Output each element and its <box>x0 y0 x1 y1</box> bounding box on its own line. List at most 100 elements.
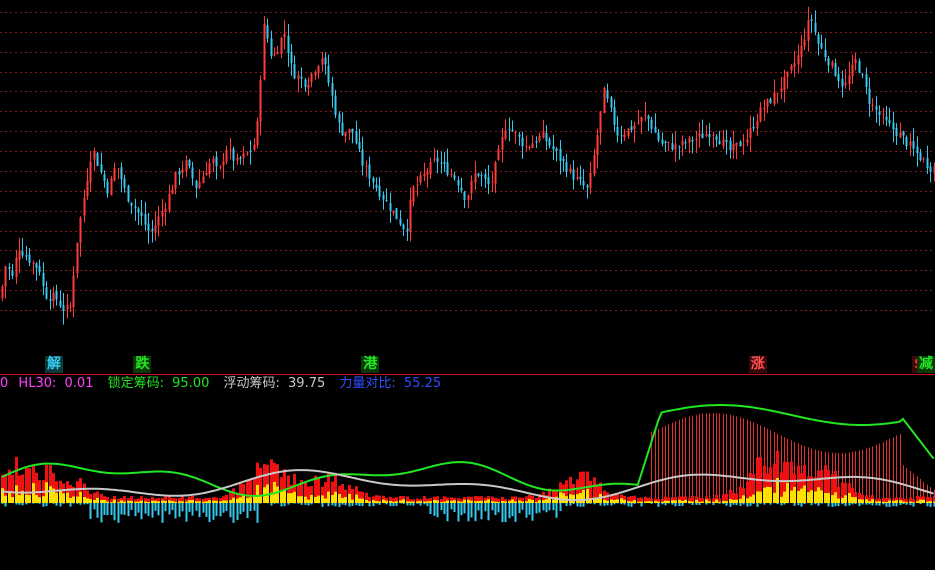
candle-up[interactable] <box>79 217 82 243</box>
candle-down[interactable] <box>361 149 364 166</box>
candle-down[interactable] <box>266 25 269 39</box>
candle-up[interactable] <box>426 172 429 175</box>
candle-up[interactable] <box>429 161 432 175</box>
candle-up[interactable] <box>633 125 636 129</box>
candle-down[interactable] <box>123 178 126 188</box>
candle-down[interactable] <box>861 74 864 76</box>
candle-down[interactable] <box>62 304 65 312</box>
candle-up[interactable] <box>749 128 752 139</box>
candle-down[interactable] <box>436 157 439 162</box>
candle-up[interactable] <box>790 65 793 71</box>
candle-up[interactable] <box>181 169 184 173</box>
candle-up[interactable] <box>273 54 276 56</box>
candle-down[interactable] <box>521 137 524 147</box>
candle-up[interactable] <box>783 76 786 91</box>
candle-up[interactable] <box>412 186 415 202</box>
candle-down[interactable] <box>837 74 840 82</box>
candle-down[interactable] <box>678 146 681 148</box>
candle-up[interactable] <box>198 181 201 188</box>
candle-down[interactable] <box>188 159 191 167</box>
candle-up[interactable] <box>773 92 776 105</box>
candle-down[interactable] <box>582 180 585 186</box>
candle-down[interactable] <box>484 173 487 179</box>
candle-down[interactable] <box>586 185 589 188</box>
candle-down[interactable] <box>127 185 130 202</box>
candle-down[interactable] <box>59 300 62 307</box>
candle-down[interactable] <box>739 141 742 147</box>
candle-up[interactable] <box>256 120 259 146</box>
candle-down[interactable] <box>293 64 296 79</box>
chart-canvas[interactable] <box>0 0 935 570</box>
candle-down[interactable] <box>606 90 609 99</box>
candle-down[interactable] <box>38 266 41 273</box>
candle-up[interactable] <box>531 143 534 149</box>
candle-down[interactable] <box>548 139 551 146</box>
candle-up[interactable] <box>538 135 541 141</box>
candle-down[interactable] <box>100 164 103 173</box>
candle-down[interactable] <box>858 60 861 73</box>
candle-up[interactable] <box>797 55 800 65</box>
candle-up[interactable] <box>467 195 470 200</box>
candle-down[interactable] <box>399 218 402 225</box>
candle-down[interactable] <box>834 63 837 76</box>
candle-down[interactable] <box>137 208 140 213</box>
candle-up[interactable] <box>848 75 851 84</box>
candle-up[interactable] <box>899 132 902 138</box>
candle-down[interactable] <box>895 128 898 137</box>
candle-up[interactable] <box>909 141 912 146</box>
candle-down[interactable] <box>151 228 154 231</box>
candle-down[interactable] <box>378 185 381 197</box>
candle-up[interactable] <box>803 39 806 47</box>
candle-up[interactable] <box>113 168 116 181</box>
candle-down[interactable] <box>610 97 613 108</box>
candle-up[interactable] <box>66 304 69 310</box>
candle-down[interactable] <box>300 76 303 79</box>
candle-up[interactable] <box>4 266 7 287</box>
candle-down[interactable] <box>21 251 24 256</box>
candle-up[interactable] <box>154 225 157 233</box>
candle-up[interactable] <box>174 172 177 189</box>
candle-up[interactable] <box>705 134 708 137</box>
candle-up[interactable] <box>569 168 572 172</box>
candle-up[interactable] <box>871 104 874 107</box>
candle-up[interactable] <box>86 180 89 197</box>
candle-up[interactable] <box>674 144 677 150</box>
candle-up[interactable] <box>640 117 643 122</box>
candle-down[interactable] <box>334 95 337 115</box>
candle-up[interactable] <box>732 143 735 151</box>
candle-up[interactable] <box>212 158 215 164</box>
candle-down[interactable] <box>729 140 732 151</box>
candle-down[interactable] <box>902 131 905 136</box>
candle-down[interactable] <box>42 272 45 287</box>
candle-up[interactable] <box>851 64 854 77</box>
candle-down[interactable] <box>239 157 242 160</box>
candle-up[interactable] <box>491 181 494 183</box>
candle-down[interactable] <box>327 65 330 83</box>
candle-down[interactable] <box>372 177 375 183</box>
candle-down[interactable] <box>919 152 922 161</box>
candle-down[interactable] <box>25 255 28 257</box>
candle-up[interactable] <box>766 99 769 107</box>
candle-up[interactable] <box>416 184 419 186</box>
candle-down[interactable] <box>647 116 650 120</box>
candle-down[interactable] <box>140 212 143 217</box>
candle-down[interactable] <box>443 161 446 164</box>
candle-down[interactable] <box>395 208 398 220</box>
candle-down[interactable] <box>841 78 844 87</box>
candle-up[interactable] <box>236 157 239 161</box>
candle-down[interactable] <box>355 131 358 144</box>
candle-up[interactable] <box>317 66 320 74</box>
candle-down[interactable] <box>691 139 694 142</box>
candle-down[interactable] <box>130 202 133 206</box>
candle-down[interactable] <box>820 42 823 49</box>
candle-down[interactable] <box>480 175 483 177</box>
candle-down[interactable] <box>868 88 871 104</box>
candle-up[interactable] <box>470 180 473 194</box>
candle-down[interactable] <box>106 181 109 194</box>
candle-up[interactable] <box>756 121 759 129</box>
candle-down[interactable] <box>572 169 575 180</box>
candle-down[interactable] <box>654 126 657 133</box>
candle-down[interactable] <box>389 203 392 211</box>
candle-up[interactable] <box>310 73 313 83</box>
candle-down[interactable] <box>824 49 827 58</box>
